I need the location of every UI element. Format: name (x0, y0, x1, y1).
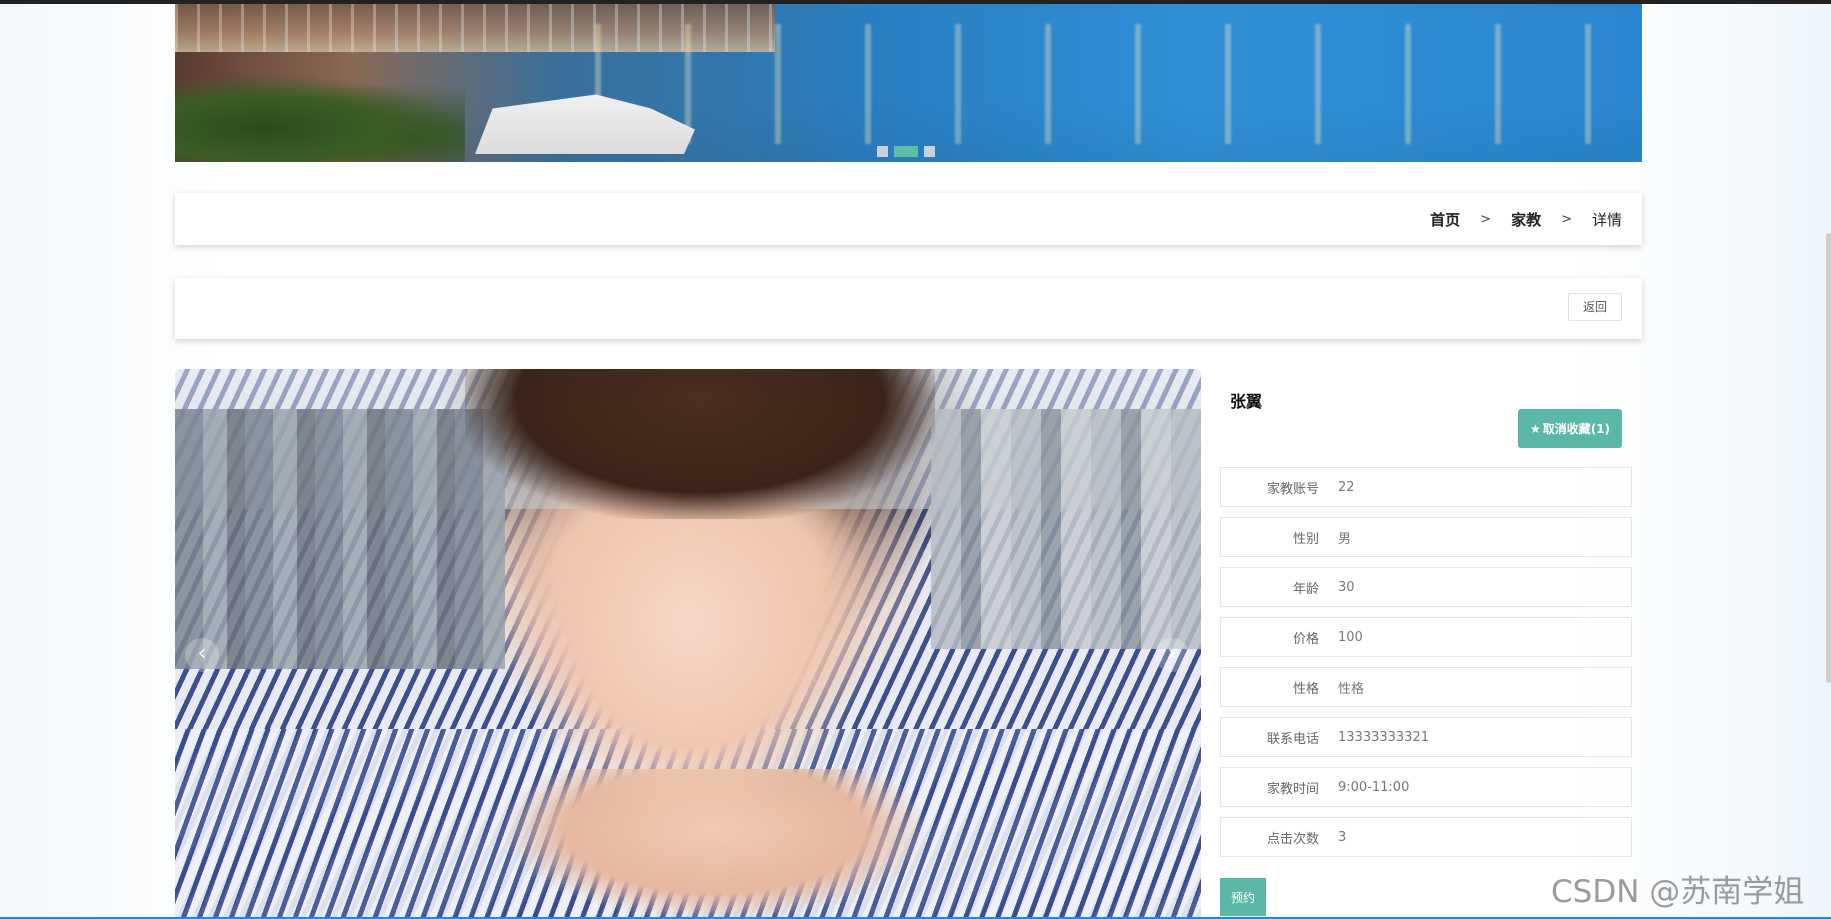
detail-row-schedule: 家教时间 9:00-11:00 (1220, 767, 1632, 807)
banner-dot-2[interactable] (894, 146, 918, 157)
detail-value: 9:00-11:00 (1338, 779, 1410, 795)
banner-dot-3[interactable] (924, 146, 935, 157)
photo-hair (465, 369, 935, 519)
banner-dot-1[interactable] (877, 146, 888, 157)
carousel-prev-arrow-icon[interactable]: ‹ (185, 638, 219, 672)
banner-carousel[interactable] (175, 4, 1642, 162)
unfavorite-label: 取消收藏(1) (1542, 422, 1611, 436)
detail-row-phone: 联系电话 13333333321 (1220, 717, 1632, 757)
banner-water-reflections (595, 24, 1595, 144)
breadcrumb: 首页 > 家教 > 详情 (175, 193, 1642, 245)
tutor-photo-carousel[interactable]: ‹ › (175, 369, 1201, 919)
detail-row-account: 家教账号 22 (1220, 467, 1632, 507)
detail-label: 性格 (1292, 681, 1319, 697)
breadcrumb-separator: > (1480, 211, 1492, 227)
detail-label: 家教时间 (1266, 781, 1319, 797)
photo-city-left (175, 409, 505, 669)
back-button[interactable]: 返回 (1567, 293, 1622, 321)
breadcrumb-separator: > (1561, 211, 1572, 227)
detail-value: 性格 (1338, 681, 1365, 697)
detail-row-personality: 性格 性格 (1220, 667, 1632, 707)
detail-label: 点击次数 (1266, 831, 1319, 847)
photo-city-right (931, 409, 1201, 649)
detail-label: 联系电话 (1266, 731, 1319, 747)
detail-value: 100 (1338, 629, 1363, 645)
carousel-next-arrow-icon[interactable]: › (1155, 638, 1189, 672)
detail-value: 13333333321 (1338, 729, 1429, 745)
detail-label: 价格 (1292, 631, 1319, 647)
tutor-details: 家教账号 22 性别 男 年龄 30 价格 100 性格 性格 联系电话 133… (1220, 467, 1632, 867)
detail-value: 男 (1338, 531, 1352, 547)
page-scrollbar[interactable] (1826, 233, 1831, 683)
star-icon: ★ (1529, 421, 1541, 436)
watermark: CSDN @苏南学姐 (1551, 874, 1805, 910)
breadcrumb-category[interactable]: 家教 (1511, 209, 1541, 230)
detail-row-gender: 性别 男 (1220, 517, 1632, 557)
tutor-name: 张翼 (1230, 392, 1263, 411)
detail-label: 家教账号 (1266, 481, 1319, 497)
detail-row-price: 价格 100 (1220, 617, 1632, 657)
detail-label: 性别 (1292, 531, 1319, 547)
detail-label: 年龄 (1292, 581, 1319, 597)
detail-value: 3 (1338, 829, 1347, 845)
detail-row-clicks: 点击次数 3 (1220, 817, 1632, 857)
banner-dots (877, 146, 935, 157)
unfavorite-button[interactable]: ★ 取消收藏(1) (1518, 409, 1622, 448)
banner-palm-trees (175, 74, 465, 162)
book-button[interactable]: 预约 (1220, 878, 1266, 916)
detail-row-age: 年龄 30 (1220, 567, 1632, 607)
breadcrumb-home[interactable]: 首页 (1430, 209, 1460, 230)
breadcrumb-current: 详情 (1591, 210, 1622, 229)
detail-value: 22 (1338, 479, 1355, 495)
detail-value: 30 (1338, 579, 1355, 595)
action-bar: 返回 (175, 278, 1642, 339)
